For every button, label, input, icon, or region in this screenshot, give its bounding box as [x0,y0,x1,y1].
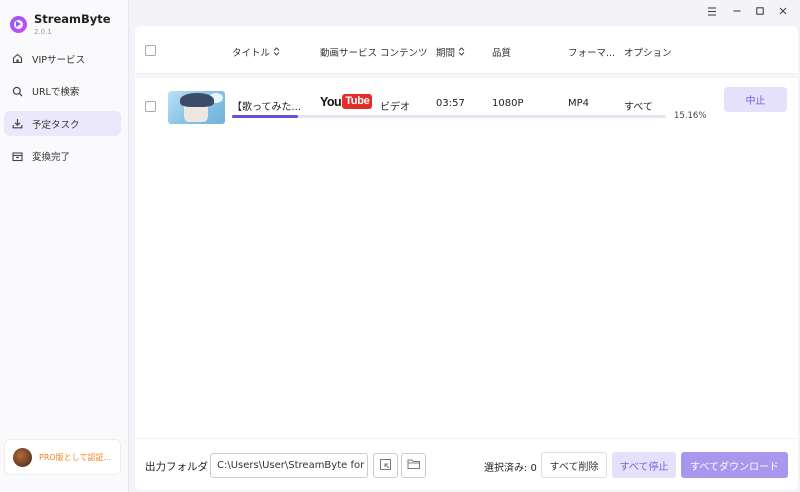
open-output-button[interactable] [373,453,398,478]
header-option: オプション [624,48,672,59]
close-icon[interactable] [776,4,790,18]
avatar [13,447,32,467]
header-service: 動画サービス [320,48,378,59]
app-name: StreamByte [34,12,111,26]
sidebar-item-vip-service[interactable]: VIPサービス [4,46,121,71]
header-format: フォーマ... [568,48,616,59]
app-logo: StreamByte 2.0.1 [10,12,111,36]
sidebar: StreamByte 2.0.1 VIPサービス URLで検索 予定タスク 変換… [0,0,129,492]
table-header: タイトル 動画サービス コンテンツ 期間 品質 フォーマ... オプション [135,26,798,74]
table-row: 【歌ってみた... You Tube ビデオ 03:57 1080P MP4 す… [135,78,798,135]
sidebar-item-label: URLで検索 [32,87,80,98]
sidebar-item-scheduled-tasks[interactable]: 予定タスク [4,111,121,136]
title-bar [130,0,800,22]
quality-value: 1080P [492,98,524,109]
output-folder-field[interactable]: C:\Users\User\StreamByte for [210,453,368,478]
folder-icon [407,458,421,473]
stop-button[interactable]: 中止 [724,87,787,112]
download-all-button[interactable]: すべてダウンロード [681,452,788,478]
open-location-icon [379,458,392,474]
format-value: MP4 [568,98,590,109]
header-content: コンテンツ [380,48,428,59]
output-folder-label: 出力フォルダ [145,461,208,473]
task-panel: タイトル 動画サービス コンテンツ 期間 品質 フォーマ... オプション 【歌… [135,26,798,490]
sidebar-item-label: 予定タスク [32,119,80,131]
search-icon [12,86,23,97]
selected-count: 選択済み: 0 [484,463,537,474]
sort-icon [273,47,280,59]
sort-icon [458,47,465,59]
video-title: 【歌ってみた... [232,102,302,113]
header-duration[interactable]: 期間 [436,45,465,59]
footer-bar: 出力フォルダ C:\Users\User\StreamByte for 選択済み… [135,438,798,490]
streambyte-logo-icon [10,15,27,33]
browse-folder-button[interactable] [401,453,426,478]
video-thumbnail [168,91,225,124]
pro-auth-label: PRO版として認証... [39,452,112,462]
youtube-logo-icon: You Tube [320,94,373,109]
home-icon [12,53,23,64]
row-checkbox[interactable] [145,101,156,112]
progress-percent: 15.16% [674,111,707,121]
sidebar-item-label: 変換完了 [32,152,71,163]
minimize-icon[interactable] [730,4,744,18]
sidebar-nav: VIPサービス URLで検索 予定タスク 変換完了 [4,46,121,176]
content-type: ビデオ [380,102,410,113]
header-title[interactable]: タイトル [232,45,280,59]
stop-all-button[interactable]: すべて停止 [612,452,676,478]
app-version: 2.0.1 [34,28,52,36]
progress-fill [232,115,298,118]
duration-value: 03:57 [436,98,465,109]
pro-auth-button[interactable]: PRO版として認証... [4,439,121,475]
sidebar-item-url-search[interactable]: URLで検索 [4,79,121,104]
download-progress-bar [232,115,666,118]
archive-icon [12,151,23,162]
menu-icon[interactable] [705,4,719,18]
delete-all-button[interactable]: すべて削除 [541,452,607,478]
sidebar-item-label: VIPサービス [32,54,86,66]
select-all-checkbox[interactable] [145,45,156,56]
option-value: すべて [624,102,653,113]
download-icon [12,118,23,129]
sidebar-item-converted[interactable]: 変換完了 [4,144,121,169]
maximize-icon[interactable] [753,4,767,18]
header-quality: 品質 [492,48,512,59]
